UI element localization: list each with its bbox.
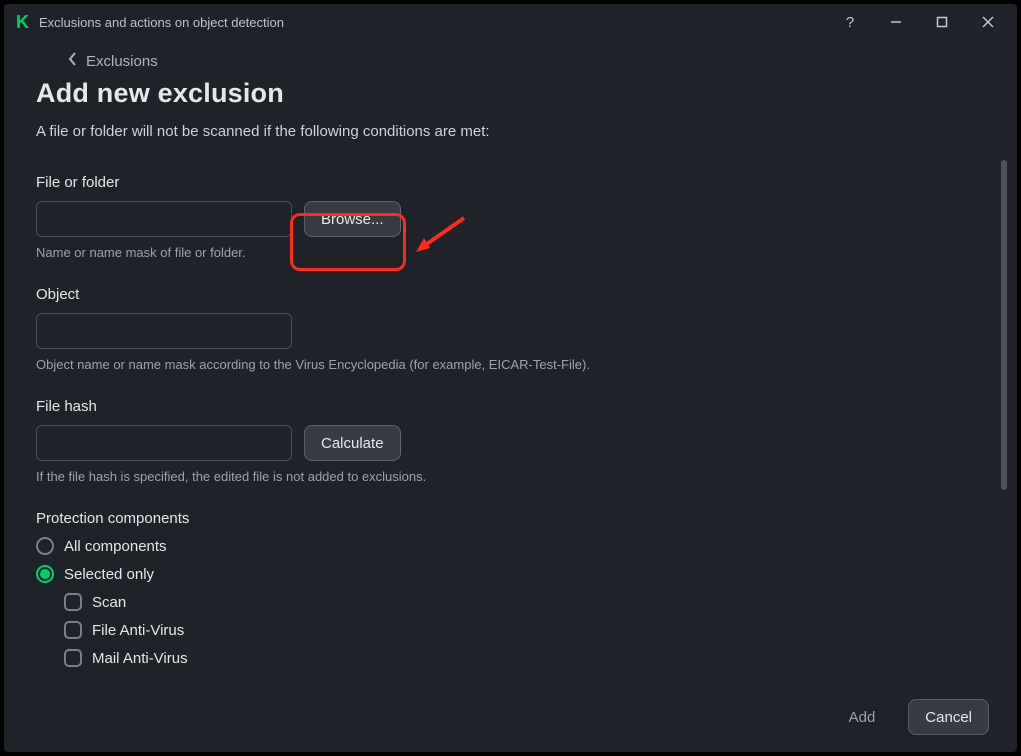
bottom-bar: Add Cancel [4, 682, 1017, 752]
add-button[interactable]: Add [832, 699, 893, 735]
checkbox-label-scan: Scan [92, 594, 126, 611]
breadcrumb-label: Exclusions [86, 53, 158, 70]
radio-selected-only[interactable]: Selected only [36, 565, 985, 583]
browse-button[interactable]: Browse... [304, 201, 401, 237]
file-or-folder-input[interactable] [36, 201, 292, 237]
checkbox-mail-antivirus[interactable]: Mail Anti-Virus [64, 649, 985, 667]
label-protection-components: Protection components [36, 510, 985, 527]
page-title: Add new exclusion [36, 78, 985, 109]
radio-label-selected: Selected only [64, 566, 154, 583]
checkbox-icon [64, 621, 82, 639]
hint-object: Object name or name mask according to th… [36, 357, 985, 372]
checkbox-scan[interactable]: Scan [64, 593, 985, 611]
label-file-hash: File hash [36, 398, 985, 415]
chevron-left-icon [68, 52, 78, 70]
label-file-or-folder: File or folder [36, 174, 985, 191]
checkbox-file-antivirus[interactable]: File Anti-Virus [64, 621, 985, 639]
checkbox-icon [64, 593, 82, 611]
close-icon [982, 16, 994, 28]
window-title: Exclusions and actions on object detecti… [39, 15, 284, 30]
help-button[interactable]: ? [827, 6, 873, 38]
radio-label-all: All components [64, 538, 167, 555]
app-logo: K [16, 13, 29, 31]
radio-icon [36, 537, 54, 555]
titlebar-controls: ? [827, 6, 1011, 38]
object-input[interactable] [36, 313, 292, 349]
minimize-icon [890, 16, 902, 28]
checkbox-label-mail-av: Mail Anti-Virus [92, 650, 188, 667]
maximize-icon [936, 16, 948, 28]
breadcrumb[interactable]: Exclusions [36, 40, 985, 76]
cancel-button[interactable]: Cancel [908, 699, 989, 735]
minimize-button[interactable] [873, 6, 919, 38]
app-window: K Exclusions and actions on object detec… [4, 4, 1017, 752]
label-object: Object [36, 286, 985, 303]
vertical-scrollbar[interactable] [1001, 160, 1007, 490]
calculate-button[interactable]: Calculate [304, 425, 401, 461]
radio-icon [36, 565, 54, 583]
close-button[interactable] [965, 6, 1011, 38]
hint-file-or-folder: Name or name mask of file or folder. [36, 245, 985, 260]
checkbox-icon [64, 649, 82, 667]
file-hash-input[interactable] [36, 425, 292, 461]
group-file-hash: File hash Calculate If the file hash is … [36, 398, 985, 484]
titlebar-left: K Exclusions and actions on object detec… [10, 13, 284, 31]
group-object: Object Object name or name mask accordin… [36, 286, 985, 372]
content-area: Exclusions Add new exclusion A file or f… [4, 40, 1017, 682]
group-file-or-folder: File or folder Browse... Name or name ma… [36, 174, 985, 260]
page-intro: A file or folder will not be scanned if … [36, 123, 985, 140]
group-protection-components: Protection components All components Sel… [36, 510, 985, 667]
titlebar: K Exclusions and actions on object detec… [4, 4, 1017, 40]
hint-file-hash: If the file hash is specified, the edite… [36, 469, 985, 484]
maximize-button[interactable] [919, 6, 965, 38]
radio-all-components[interactable]: All components [36, 537, 985, 555]
checkbox-label-file-av: File Anti-Virus [92, 622, 184, 639]
